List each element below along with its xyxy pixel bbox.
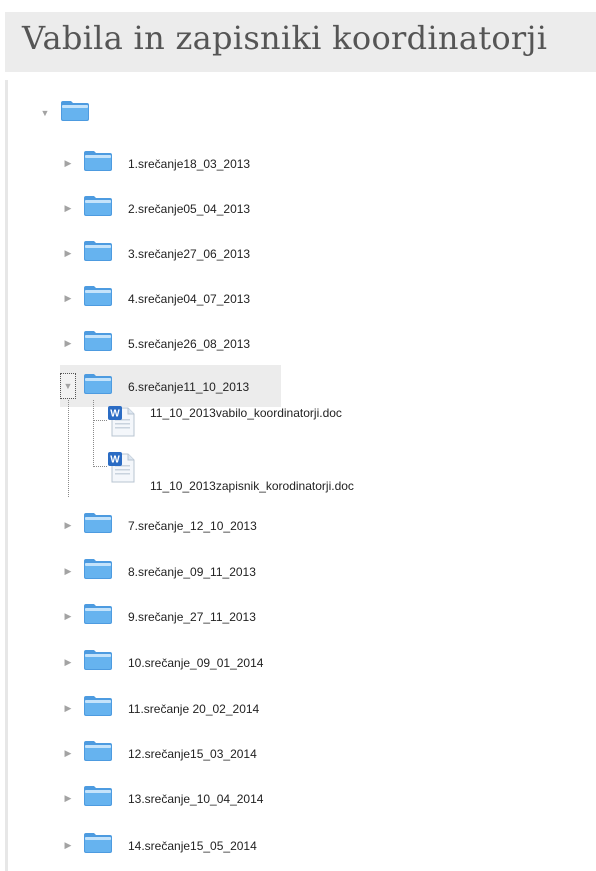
expand-toggle-icon[interactable]: ▶ [61, 518, 75, 532]
folder-label[interactable]: 8.srečanje_09_11_2013 [128, 565, 256, 579]
folder-label[interactable]: 2.srečanje05_04_2013 [128, 202, 250, 216]
folder-icon [84, 151, 112, 171]
folder-icon [84, 650, 112, 670]
expand-toggle-icon[interactable]: ▶ [61, 701, 75, 715]
tree-folder-selected[interactable]: ▼ 6.srečanje11_10_2013 [58, 366, 298, 406]
tree-folder[interactable]: ▶ 3.srečanje27_06_2013 [58, 233, 298, 273]
folder-label[interactable]: 13.srečanje_10_04_2014 [128, 792, 263, 806]
folder-icon [84, 374, 112, 394]
tree-file[interactable]: W 11_10_2013vabilo_koordinatorji.doc [104, 402, 404, 442]
folder-label[interactable]: 9.srečanje_27_11_2013 [128, 610, 256, 624]
folder-icon [84, 696, 112, 716]
page: Vabila in zapisniki koordinatorji ▼ ▶ 1.… [0, 0, 596, 871]
svg-text:W: W [110, 409, 120, 420]
file-label[interactable]: 11_10_2013zapisnik_korodinatorji.doc [150, 479, 354, 493]
collapse-toggle-icon[interactable]: ▼ [38, 106, 52, 120]
expand-toggle-icon[interactable]: ▶ [61, 746, 75, 760]
expand-toggle-icon[interactable]: ▶ [61, 655, 75, 669]
tree-folder[interactable]: ▶ 5.srečanje26_08_2013 [58, 323, 298, 363]
folder-label[interactable]: 12.srečanje15_03_2014 [128, 747, 257, 761]
folder-icon [84, 331, 112, 351]
folder-icon [84, 513, 112, 533]
expand-toggle-icon[interactable]: ▶ [61, 246, 75, 260]
tree-folder[interactable]: ▶ 12.srečanje15_03_2014 [58, 733, 298, 773]
folder-label[interactable]: 1.srečanje18_03_2013 [128, 157, 250, 171]
tree-folder[interactable]: ▶ 2.srečanje05_04_2013 [58, 188, 298, 228]
folder-icon [84, 559, 112, 579]
expand-toggle-icon[interactable]: ▶ [61, 201, 75, 215]
folder-icon [84, 286, 112, 306]
tree-folder[interactable]: ▶ 10.srečanje_09_01_2014 [58, 642, 298, 682]
folder-icon [61, 101, 89, 121]
expand-toggle-icon[interactable]: ▶ [61, 564, 75, 578]
expand-toggle-icon[interactable]: ▶ [61, 838, 75, 852]
folder-label[interactable]: 3.srečanje27_06_2013 [128, 247, 250, 261]
folder-label[interactable]: 6.srečanje11_10_2013 [128, 380, 249, 394]
folder-label[interactable]: 4.srečanje04_07_2013 [128, 292, 250, 306]
file-label[interactable]: 11_10_2013vabilo_koordinatorji.doc [150, 406, 342, 420]
tree-folder[interactable]: ▶ 4.srečanje04_07_2013 [58, 278, 298, 318]
tree-root[interactable]: ▼ [30, 93, 110, 133]
svg-text:W: W [110, 455, 120, 466]
folder-label[interactable]: 14.srečanje15_05_2014 [128, 839, 257, 853]
tree-folder[interactable]: ▶ 9.srečanje_27_11_2013 [58, 596, 298, 636]
folder-icon [84, 833, 112, 853]
expand-toggle-icon[interactable]: ▶ [61, 791, 75, 805]
tree-file[interactable]: W 11_10_2013zapisnik_korodinatorji.doc [104, 448, 414, 493]
tree-folder[interactable]: ▶ 14.srečanje15_05_2014 [58, 825, 298, 865]
folder-label[interactable]: 5.srečanje26_08_2013 [128, 337, 250, 351]
folder-icon [84, 786, 112, 806]
folder-icon [84, 604, 112, 624]
expand-toggle-icon[interactable]: ▶ [61, 291, 75, 305]
tree-folder[interactable]: ▶ 7.srečanje_12_10_2013 [58, 505, 298, 545]
tree-folder[interactable]: ▶ 13.srečanje_10_04_2014 [58, 778, 298, 818]
file-tree: ▼ ▶ 1.srečanje18_03_2013 ▶ 2.srečanje05_… [0, 0, 596, 871]
tree-folder[interactable]: ▶ 1.srečanje18_03_2013 [58, 143, 298, 183]
folder-icon [84, 196, 112, 216]
tree-folder[interactable]: ▶ 8.srečanje_09_11_2013 [58, 551, 298, 591]
word-document-icon: W [108, 452, 135, 483]
expand-toggle-icon[interactable]: ▶ [61, 609, 75, 623]
folder-icon [84, 741, 112, 761]
word-document-icon: W [108, 406, 135, 437]
expand-toggle-icon[interactable]: ▶ [61, 336, 75, 350]
folder-icon [84, 241, 112, 261]
folder-label[interactable]: 10.srečanje_09_01_2014 [128, 656, 263, 670]
expand-toggle-icon[interactable]: ▶ [61, 156, 75, 170]
folder-label[interactable]: 7.srečanje_12_10_2013 [128, 519, 257, 533]
tree-folder[interactable]: ▶ 11.srečanje 20_02_2014 [58, 688, 298, 728]
folder-label[interactable]: 11.srečanje 20_02_2014 [128, 702, 259, 716]
collapse-toggle-icon[interactable]: ▼ [60, 373, 76, 399]
